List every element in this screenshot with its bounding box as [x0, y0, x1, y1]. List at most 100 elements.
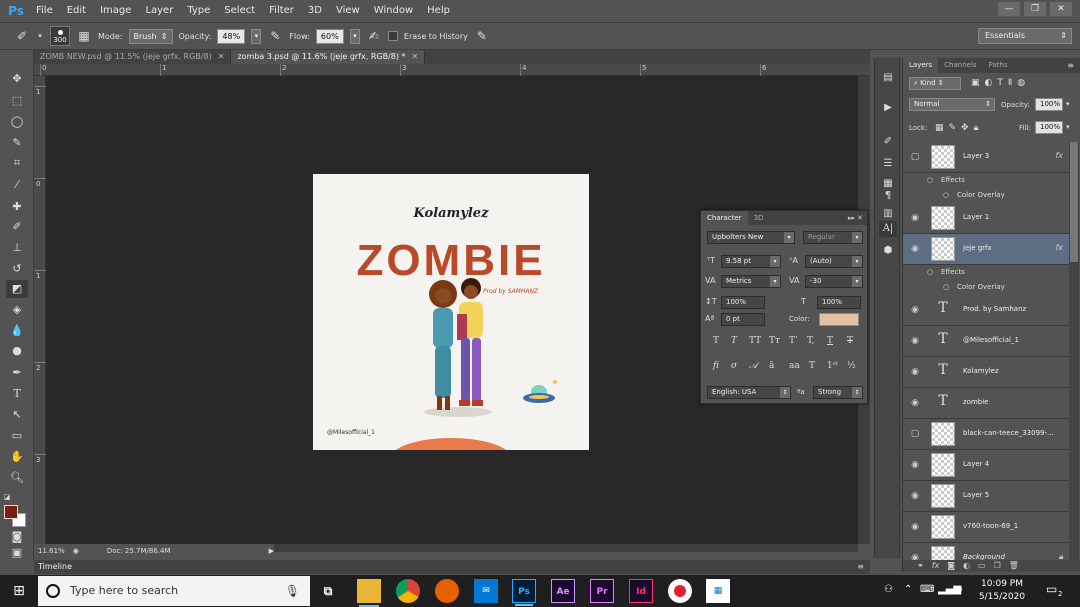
status-menu-icon[interactable]: ▶: [269, 547, 274, 555]
menu-item-layer[interactable]: Layer: [138, 0, 180, 22]
layer-row[interactable]: ◉ Layer 1: [903, 203, 1069, 234]
healing-tool-icon[interactable]: ✚: [6, 198, 28, 216]
visibility-off-icon[interactable]: ▢: [909, 152, 921, 162]
screen-mode-icon[interactable]: ▣: [6, 544, 28, 562]
brush-panel-icon[interactable]: ▦: [76, 28, 92, 44]
layer-effect-row[interactable]: ○ Effects: [903, 265, 1069, 280]
ligature-icon[interactable]: ﬁ: [713, 361, 719, 371]
eye-icon[interactable]: ◉: [909, 522, 921, 532]
close-icon[interactable]: ✕: [218, 52, 225, 61]
ordinals-icon[interactable]: 1ˢᵗ: [827, 361, 838, 371]
restore-button[interactable]: ❐: [1024, 2, 1046, 16]
antialias-select[interactable]: Strong ⇕: [813, 386, 863, 399]
superscript-icon[interactable]: Tˈ: [789, 336, 797, 346]
fx-icon[interactable]: fx: [1055, 151, 1063, 160]
fx-icon[interactable]: fx: [932, 560, 940, 572]
stylistic-alt-icon[interactable]: ā: [769, 361, 774, 371]
blend-mode-select[interactable]: Normal ⇕: [909, 98, 995, 111]
default-colors-icon[interactable]: ◪: [2, 488, 12, 506]
zoom-tool-icon[interactable]: 🔍︎: [6, 469, 28, 487]
layer-row[interactable]: ▢ Layer 3 fx: [903, 142, 1069, 173]
mail-icon[interactable]: ✉: [474, 579, 498, 603]
faux-italic-icon[interactable]: T: [731, 336, 737, 346]
tracking-input[interactable]: -30 ▾: [805, 275, 863, 288]
history-brush-tool-icon[interactable]: ↺: [6, 260, 28, 278]
path-select-tool-icon[interactable]: ↖: [6, 406, 28, 424]
visibility-off-icon[interactable]: ▢: [909, 429, 921, 439]
lock-icons[interactable]: ▦✎✥🔒︎: [935, 123, 983, 133]
menu-item-select[interactable]: Select: [217, 0, 262, 22]
font-family-select[interactable]: Upbolters New ▾: [707, 231, 795, 244]
kerning-input[interactable]: Metrics ▾: [721, 275, 781, 288]
layers-scrollbar[interactable]: [1069, 142, 1079, 560]
taskbar-clock[interactable]: 10:09 PM 5/15/2020: [972, 578, 1032, 604]
titling-icon[interactable]: aa: [789, 361, 800, 371]
dodge-tool-icon[interactable]: ●: [6, 342, 28, 360]
filter-icons[interactable]: ▣◐TⅡ◍: [971, 78, 1030, 88]
layer-row[interactable]: ▢ black-can-teece_33099-...: [903, 419, 1069, 450]
history-panel-icon[interactable]: ▤: [879, 70, 897, 86]
adobe-app-icon[interactable]: Ae: [551, 579, 575, 603]
airbrush-icon[interactable]: ✍: [366, 28, 382, 44]
document-tab-active[interactable]: zomba 3.psd @ 11.6% (jeje grfx, RGB/8) *…: [231, 50, 426, 64]
font-size-input[interactable]: 9.58 pt ▾: [721, 255, 781, 268]
menu-item-edit[interactable]: Edit: [60, 0, 93, 22]
chevron-down-icon[interactable]: ▾: [36, 28, 44, 44]
brush-tool-icon[interactable]: ✐: [6, 218, 28, 236]
vertical-scale-input[interactable]: 100%: [721, 296, 765, 309]
link-layers-icon[interactable]: ⚭: [917, 560, 924, 572]
strikethrough-icon[interactable]: T: [847, 336, 853, 346]
menu-item-help[interactable]: Help: [420, 0, 457, 22]
fx-icon[interactable]: fx: [1055, 243, 1063, 252]
chrome-icon[interactable]: [396, 579, 420, 603]
taskbar-search-input[interactable]: Type here to search 🎙︎: [38, 576, 310, 606]
notification-icon[interactable]: ▭: [1046, 582, 1057, 596]
marquee-tool-icon[interactable]: ⬚: [6, 92, 28, 110]
add-mask-icon[interactable]: ◙: [947, 560, 955, 572]
baseline-shift-input[interactable]: 0 pt: [721, 313, 765, 326]
windows-start-icon[interactable]: ⊞: [0, 575, 38, 607]
menu-item-filter[interactable]: Filter: [262, 0, 301, 22]
faux-bold-icon[interactable]: T: [713, 336, 719, 346]
filter-kind-select[interactable]: ⌕ Kind ⇕: [909, 77, 961, 90]
close-button[interactable]: ✕: [1050, 2, 1072, 16]
menu-item-3d[interactable]: 3D: [301, 0, 329, 22]
info-icon[interactable]: ▥: [879, 206, 897, 222]
menu-item-type[interactable]: Type: [180, 0, 217, 22]
leading-input[interactable]: (Auto) ▾: [805, 255, 863, 268]
vertical-ruler[interactable]: 1 0 1 2 3: [34, 76, 46, 544]
effect-eye-icon[interactable]: ○: [927, 268, 933, 276]
chevron-up-icon[interactable]: ⌃: [904, 584, 912, 595]
brush-presets-icon[interactable]: ✐: [879, 134, 897, 150]
collapse-icon[interactable]: ▸▸ ✕: [848, 214, 867, 222]
subscript-icon[interactable]: T,: [807, 336, 815, 346]
document-tab[interactable]: ZOMB NEW.psd @ 11.5% (jeje grfx, RGB/8) ✕: [34, 50, 232, 64]
visual-studio-icon[interactable]: ▦: [706, 579, 730, 603]
tab-layers[interactable]: Layers: [903, 58, 939, 73]
eraser-tool-icon[interactable]: ✐: [14, 28, 30, 44]
adobe-app-icon[interactable]: Id: [629, 579, 653, 603]
layer-opacity-input[interactable]: 100%: [1035, 98, 1063, 111]
fractions-icon[interactable]: ½: [847, 361, 856, 371]
eye-icon[interactable]: ◉: [909, 244, 921, 254]
eye-icon[interactable]: ◉: [909, 336, 921, 346]
opacity-dropdown-icon[interactable]: ▾: [1066, 100, 1070, 108]
underline-icon[interactable]: T: [827, 336, 833, 346]
ornaments-icon[interactable]: T: [809, 361, 815, 371]
pressure-opacity-icon[interactable]: ✎: [267, 28, 283, 44]
layer-row[interactable]: ◉ Layer 5: [903, 481, 1069, 512]
quick-select-tool-icon[interactable]: ✎: [6, 134, 28, 152]
pressure-size-icon[interactable]: ✎: [474, 28, 490, 44]
adobe-app-icon[interactable]: Pr: [590, 579, 614, 603]
menu-item-view[interactable]: View: [329, 0, 367, 22]
mode-select[interactable]: Brush ⇕: [128, 28, 173, 44]
move-tool-icon[interactable]: ✥: [6, 70, 28, 88]
volume-icon[interactable]: 🔊︎: [956, 584, 962, 595]
menu-item-window[interactable]: Window: [367, 0, 420, 22]
horizontal-ruler[interactable]: 0 1 2 3 4 5 6: [34, 64, 870, 76]
adjustment-layer-icon[interactable]: ◐: [963, 560, 970, 572]
effect-eye-icon[interactable]: ○: [943, 283, 949, 291]
flow-dropdown[interactable]: ▾: [349, 28, 360, 44]
people-icon[interactable]: ⚇: [884, 584, 893, 595]
tab-paths[interactable]: Paths: [983, 58, 1014, 73]
